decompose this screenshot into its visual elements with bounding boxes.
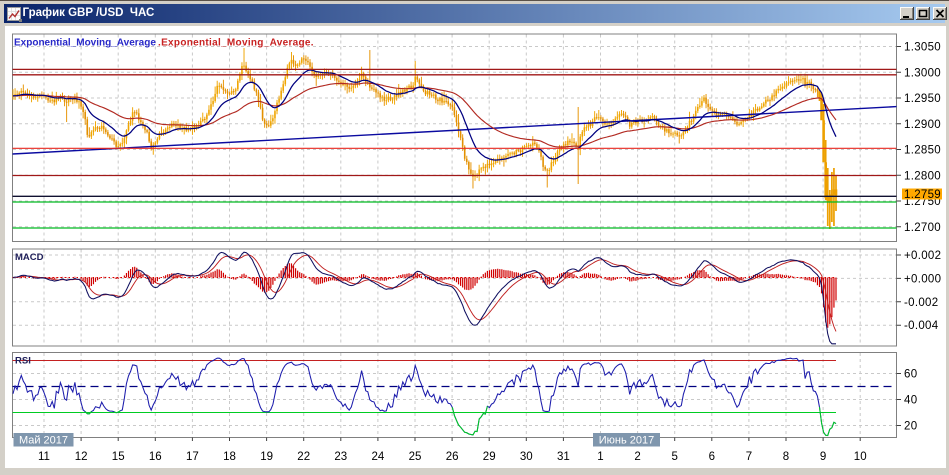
svg-text:30: 30 (520, 451, 533, 463)
svg-text:18: 18 (223, 451, 236, 463)
svg-text:20: 20 (904, 421, 917, 433)
svg-text:8: 8 (783, 451, 789, 463)
svg-text:Май 2017: Май 2017 (19, 435, 68, 447)
svg-text:15: 15 (112, 451, 125, 463)
svg-text:1.3000: 1.3000 (904, 67, 941, 79)
svg-text:24: 24 (372, 451, 385, 463)
svg-text:1.2700: 1.2700 (904, 222, 941, 234)
svg-text:5: 5 (671, 451, 677, 463)
svg-text:25: 25 (409, 451, 422, 463)
svg-text:Exponential_Moving_Average: Exponential_Moving_Average (14, 38, 156, 49)
svg-text:+0.002: +0.002 (904, 250, 941, 262)
svg-text:1.2950: 1.2950 (904, 93, 941, 105)
svg-text:16: 16 (149, 451, 162, 463)
svg-text:1.2759: 1.2759 (904, 189, 941, 201)
svg-text:26: 26 (446, 451, 459, 463)
svg-text:1.2900: 1.2900 (904, 119, 941, 131)
svg-text:40: 40 (904, 395, 917, 407)
svg-text:1.3050: 1.3050 (904, 42, 941, 54)
svg-text:-0.002: -0.002 (904, 297, 938, 309)
svg-text:1.2850: 1.2850 (904, 145, 941, 157)
svg-text:29: 29 (483, 451, 496, 463)
svg-text:17: 17 (186, 451, 199, 463)
svg-text:9: 9 (820, 451, 826, 463)
svg-text:12: 12 (75, 451, 88, 463)
svg-text:RSI: RSI (15, 356, 31, 367)
svg-text:+0.000: +0.000 (904, 273, 941, 285)
svg-text:2: 2 (634, 451, 640, 463)
svg-text:19: 19 (260, 451, 273, 463)
svg-text:.Exponential_Moving_Average.: .Exponential_Moving_Average. (158, 38, 314, 49)
svg-text:-0.004: -0.004 (904, 320, 939, 332)
svg-text:6: 6 (709, 451, 715, 463)
svg-text:10: 10 (854, 451, 867, 463)
svg-text:1.2800: 1.2800 (904, 170, 941, 182)
svg-text:1: 1 (597, 451, 603, 463)
svg-text:Июнь 2017: Июнь 2017 (599, 435, 655, 447)
svg-text:MACD: MACD (15, 252, 44, 263)
svg-text:11: 11 (38, 451, 50, 463)
svg-text:31: 31 (557, 451, 570, 463)
svg-text:23: 23 (334, 451, 347, 463)
svg-text:22: 22 (297, 451, 310, 463)
svg-text:7: 7 (746, 451, 752, 463)
svg-text:60: 60 (904, 369, 917, 381)
